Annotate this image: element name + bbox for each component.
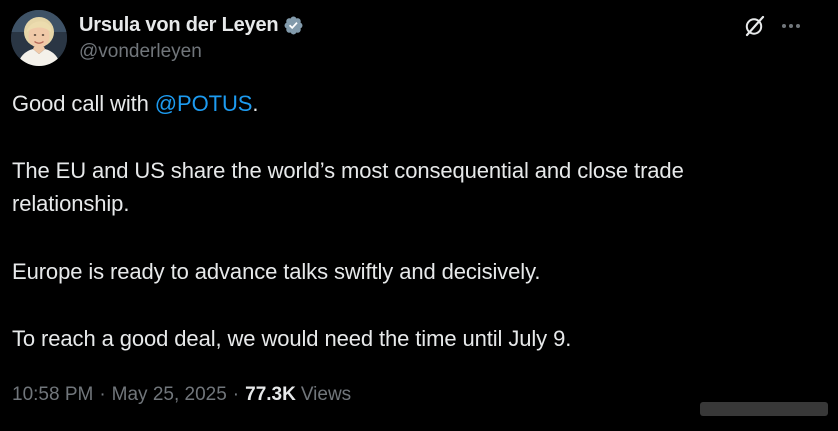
author-avatar[interactable] bbox=[11, 10, 67, 66]
views-count[interactable]: 77.3K bbox=[245, 384, 296, 406]
tweet-para-trade-line2: relationship. bbox=[12, 191, 130, 216]
tweet-date[interactable]: May 25, 2025 bbox=[112, 384, 227, 406]
tweet-greeting-prefix: Good call with bbox=[12, 91, 155, 116]
grok-icon[interactable] bbox=[743, 14, 767, 38]
author-name-row: Ursula von der Leyen bbox=[79, 12, 304, 38]
tweet-para-europe: Europe is ready to advance talks swiftly… bbox=[12, 259, 541, 284]
meta-separator: · bbox=[232, 384, 240, 405]
tweet-para-deadline: To reach a good deal, we would need the … bbox=[12, 326, 572, 351]
views-label: Views bbox=[300, 384, 352, 405]
tweet-greeting-suffix: . bbox=[252, 91, 259, 116]
tweet-para-trade-line1: The EU and US share the world’s most con… bbox=[12, 158, 684, 183]
more-options-icon[interactable] bbox=[778, 14, 804, 38]
tweet-meta-row: 10:58 PM · May 25, 2025 · 77.3K Views bbox=[12, 381, 351, 409]
meta-separator: · bbox=[99, 384, 106, 405]
author-display-name[interactable]: Ursula von der Leyen bbox=[79, 14, 279, 37]
verified-badge-icon[interactable] bbox=[283, 15, 304, 36]
author-handle[interactable]: @vonderleyen bbox=[79, 41, 202, 63]
tweet-line-greeting: Good call with @POTUS. bbox=[12, 87, 812, 120]
avatar-portrait bbox=[11, 10, 67, 66]
watermark-logo bbox=[700, 400, 828, 418]
tweet-time[interactable]: 10:58 PM bbox=[12, 384, 93, 406]
mention-link-potus[interactable]: @POTUS bbox=[155, 91, 253, 116]
tweet-card: Ursula von der Leyen @vonderleyen Good c… bbox=[0, 0, 838, 431]
